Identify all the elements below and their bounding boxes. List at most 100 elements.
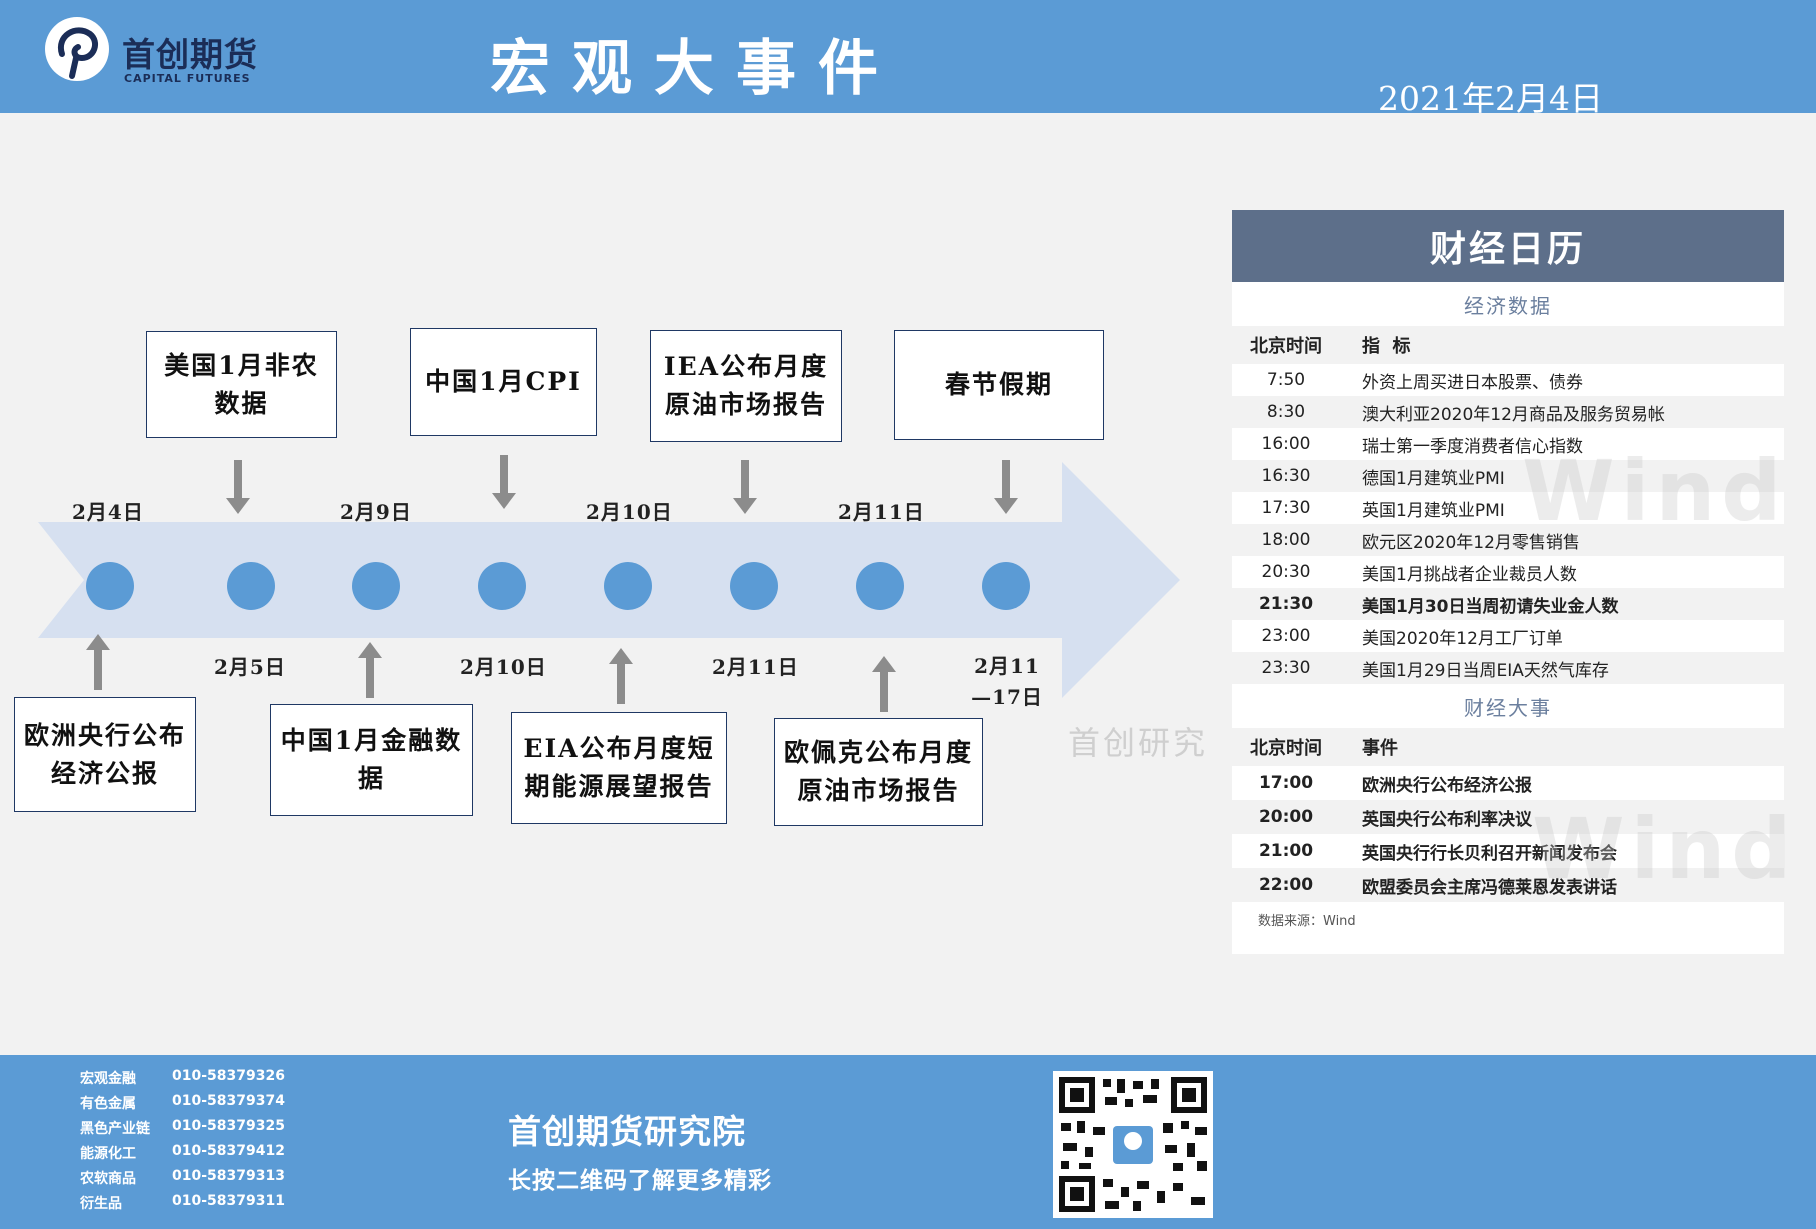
connector-line [880, 670, 888, 712]
event-box-china-financial-data: 中国1月金融数据 [270, 704, 473, 816]
header-item: 事件 [1362, 738, 1398, 759]
table-row: 20:30 美国1月挑战者企业裁员人数 [1232, 556, 1784, 588]
row-time: 22:00 [1258, 875, 1314, 895]
row-item: 美国1月30日当周初请失业金人数 [1362, 596, 1619, 617]
row-time: 21:00 [1258, 841, 1314, 861]
contact-phone: 010-58379374 [172, 1093, 285, 1109]
contact-dept: 能源化工 [80, 1146, 136, 1162]
connector-line [500, 455, 508, 497]
data-source: 数据来源：Wind [1258, 914, 1356, 929]
contact-phone: 010-58379325 [172, 1118, 285, 1134]
qr-caption: 长按二维码了解更多精彩 [508, 1168, 772, 1194]
row-time: 17:00 [1258, 773, 1314, 793]
connector-line [1002, 460, 1010, 502]
timeline-dot [604, 562, 652, 610]
row-time: 17:30 [1261, 498, 1311, 518]
event-box-opec-report: 欧佩克公布月度原油市场报告 [774, 718, 983, 826]
date-label: 2月11日 [712, 655, 799, 679]
date-label: 2月11—17日 [971, 654, 1043, 709]
timeline-dot [227, 562, 275, 610]
contact-dept: 有色金属 [80, 1096, 136, 1112]
finance-calendar-panel: 财经日历 经济数据 北京时间 指 标 7:50 外资上周买进日本股票、债券 8:3… [1232, 210, 1791, 954]
events-section-title: 财经大事 [1464, 695, 1552, 720]
row-time: 16:00 [1261, 434, 1311, 454]
connector-line [617, 662, 625, 704]
contact-item: 能源化工 010-58379412 [80, 1143, 285, 1168]
event-box-spring-festival: 春节假期 [894, 330, 1104, 440]
contact-item: 有色金属 010-58379374 [80, 1093, 285, 1118]
econ-header-row: 北京时间 指 标 [1232, 326, 1784, 364]
row-item: 外资上周买进日本股票、债券 [1362, 372, 1583, 393]
row-time: 8:30 [1266, 402, 1306, 422]
contact-dept: 农软商品 [80, 1171, 136, 1187]
contact-dept: 黑色产业链 [80, 1121, 150, 1137]
row-item: 欧洲央行公布经济公报 [1362, 775, 1532, 796]
event-box-ecb-bulletin: 欧洲央行公布经济公报 [14, 697, 196, 812]
date-label: 2月10日 [460, 655, 547, 679]
timeline-dot [856, 562, 904, 610]
table-row: 23:00 美国2020年12月工厂订单 [1232, 620, 1784, 652]
row-time: 20:30 [1261, 562, 1311, 582]
event-box-china-cpi: 中国1月CPI [410, 328, 597, 436]
watermark-text: 首创研究 [1068, 724, 1209, 762]
contact-item: 农软商品 010-58379313 [80, 1168, 285, 1193]
contact-list: 宏观金融 010-58379326 有色金属 010-58379374 黑色产业链 0… [80, 1068, 285, 1218]
date-label: 2月9日 [340, 500, 412, 524]
qr-code-icon[interactable] [1053, 1071, 1213, 1218]
contact-phone: 010-58379313 [172, 1168, 285, 1184]
contact-dept: 宏观金融 [80, 1071, 136, 1087]
wind-watermark: Wind [1522, 442, 1788, 540]
down-arrow-icon [733, 498, 757, 514]
header-time: 北京时间 [1250, 336, 1322, 357]
timeline-dot [982, 562, 1030, 610]
date-label: 2月4日 [72, 500, 144, 524]
date-label: 2月10日 [586, 500, 673, 524]
contact-phone: 010-58379326 [172, 1068, 285, 1084]
timeline-dot [478, 562, 526, 610]
contact-dept: 衍生品 [80, 1196, 122, 1212]
down-arrow-icon [492, 493, 516, 509]
row-time: 7:50 [1266, 370, 1306, 390]
wind-watermark: Wind [1532, 800, 1798, 898]
contact-item: 衍生品 010-58379311 [80, 1193, 285, 1218]
table-row: 23:30 美国1月29日当周EIA天然气库存 [1232, 652, 1784, 684]
institute-name: 首创期货研究院 [508, 1112, 746, 1151]
row-time: 23:30 [1261, 658, 1311, 678]
connector-line [94, 648, 102, 690]
timeline-dot [730, 562, 778, 610]
connector-line [741, 460, 749, 502]
timeline-dot [352, 562, 400, 610]
table-row: 8:30 澳大利亚2020年12月商品及服务贸易帐 [1232, 396, 1784, 428]
table-row: 17:00 欧洲央行公布经济公报 [1232, 766, 1784, 800]
footer-bar: 宏观金融 010-58379326 有色金属 010-58379374 黑色产业链 0… [0, 1055, 1816, 1229]
row-time: 18:00 [1261, 530, 1311, 550]
row-time: 16:30 [1261, 466, 1311, 486]
contact-phone: 010-58379412 [172, 1143, 285, 1159]
row-time: 23:00 [1261, 626, 1311, 646]
date-label: 2月11日 [838, 500, 925, 524]
table-row: 7:50 外资上周买进日本股票、债券 [1232, 364, 1784, 396]
contact-item: 宏观金融 010-58379326 [80, 1068, 285, 1093]
event-box-iea-report: IEA公布月度原油市场报告 [650, 330, 842, 442]
down-arrow-icon [994, 498, 1018, 514]
event-box-eia-outlook: EIA公布月度短期能源展望报告 [511, 712, 727, 824]
table-row: 21:30 美国1月30日当周初请失业金人数 [1232, 588, 1784, 620]
connector-line [234, 460, 242, 502]
timeline-dot [86, 562, 134, 610]
row-item: 澳大利亚2020年12月商品及服务贸易帐 [1362, 404, 1665, 425]
row-item: 美国2020年12月工厂订单 [1362, 628, 1563, 649]
contact-item: 黑色产业链 010-58379325 [80, 1118, 285, 1143]
calendar-title: 财经日历 [1232, 210, 1784, 282]
events-header-row: 北京时间 事件 [1232, 728, 1784, 766]
row-item: 美国1月29日当周EIA天然气库存 [1362, 660, 1609, 681]
row-time: 20:00 [1258, 807, 1314, 827]
event-box-us-nonfarm: 美国1月非农数据 [146, 331, 337, 438]
row-time: 21:30 [1258, 594, 1314, 614]
header-time: 北京时间 [1250, 738, 1322, 759]
econ-section-title: 经济数据 [1464, 293, 1552, 318]
contact-phone: 010-58379311 [172, 1193, 285, 1209]
row-item: 美国1月挑战者企业裁员人数 [1362, 564, 1577, 585]
connector-line [366, 656, 374, 698]
down-arrow-icon [226, 498, 250, 514]
header-item: 指 标 [1362, 336, 1411, 357]
